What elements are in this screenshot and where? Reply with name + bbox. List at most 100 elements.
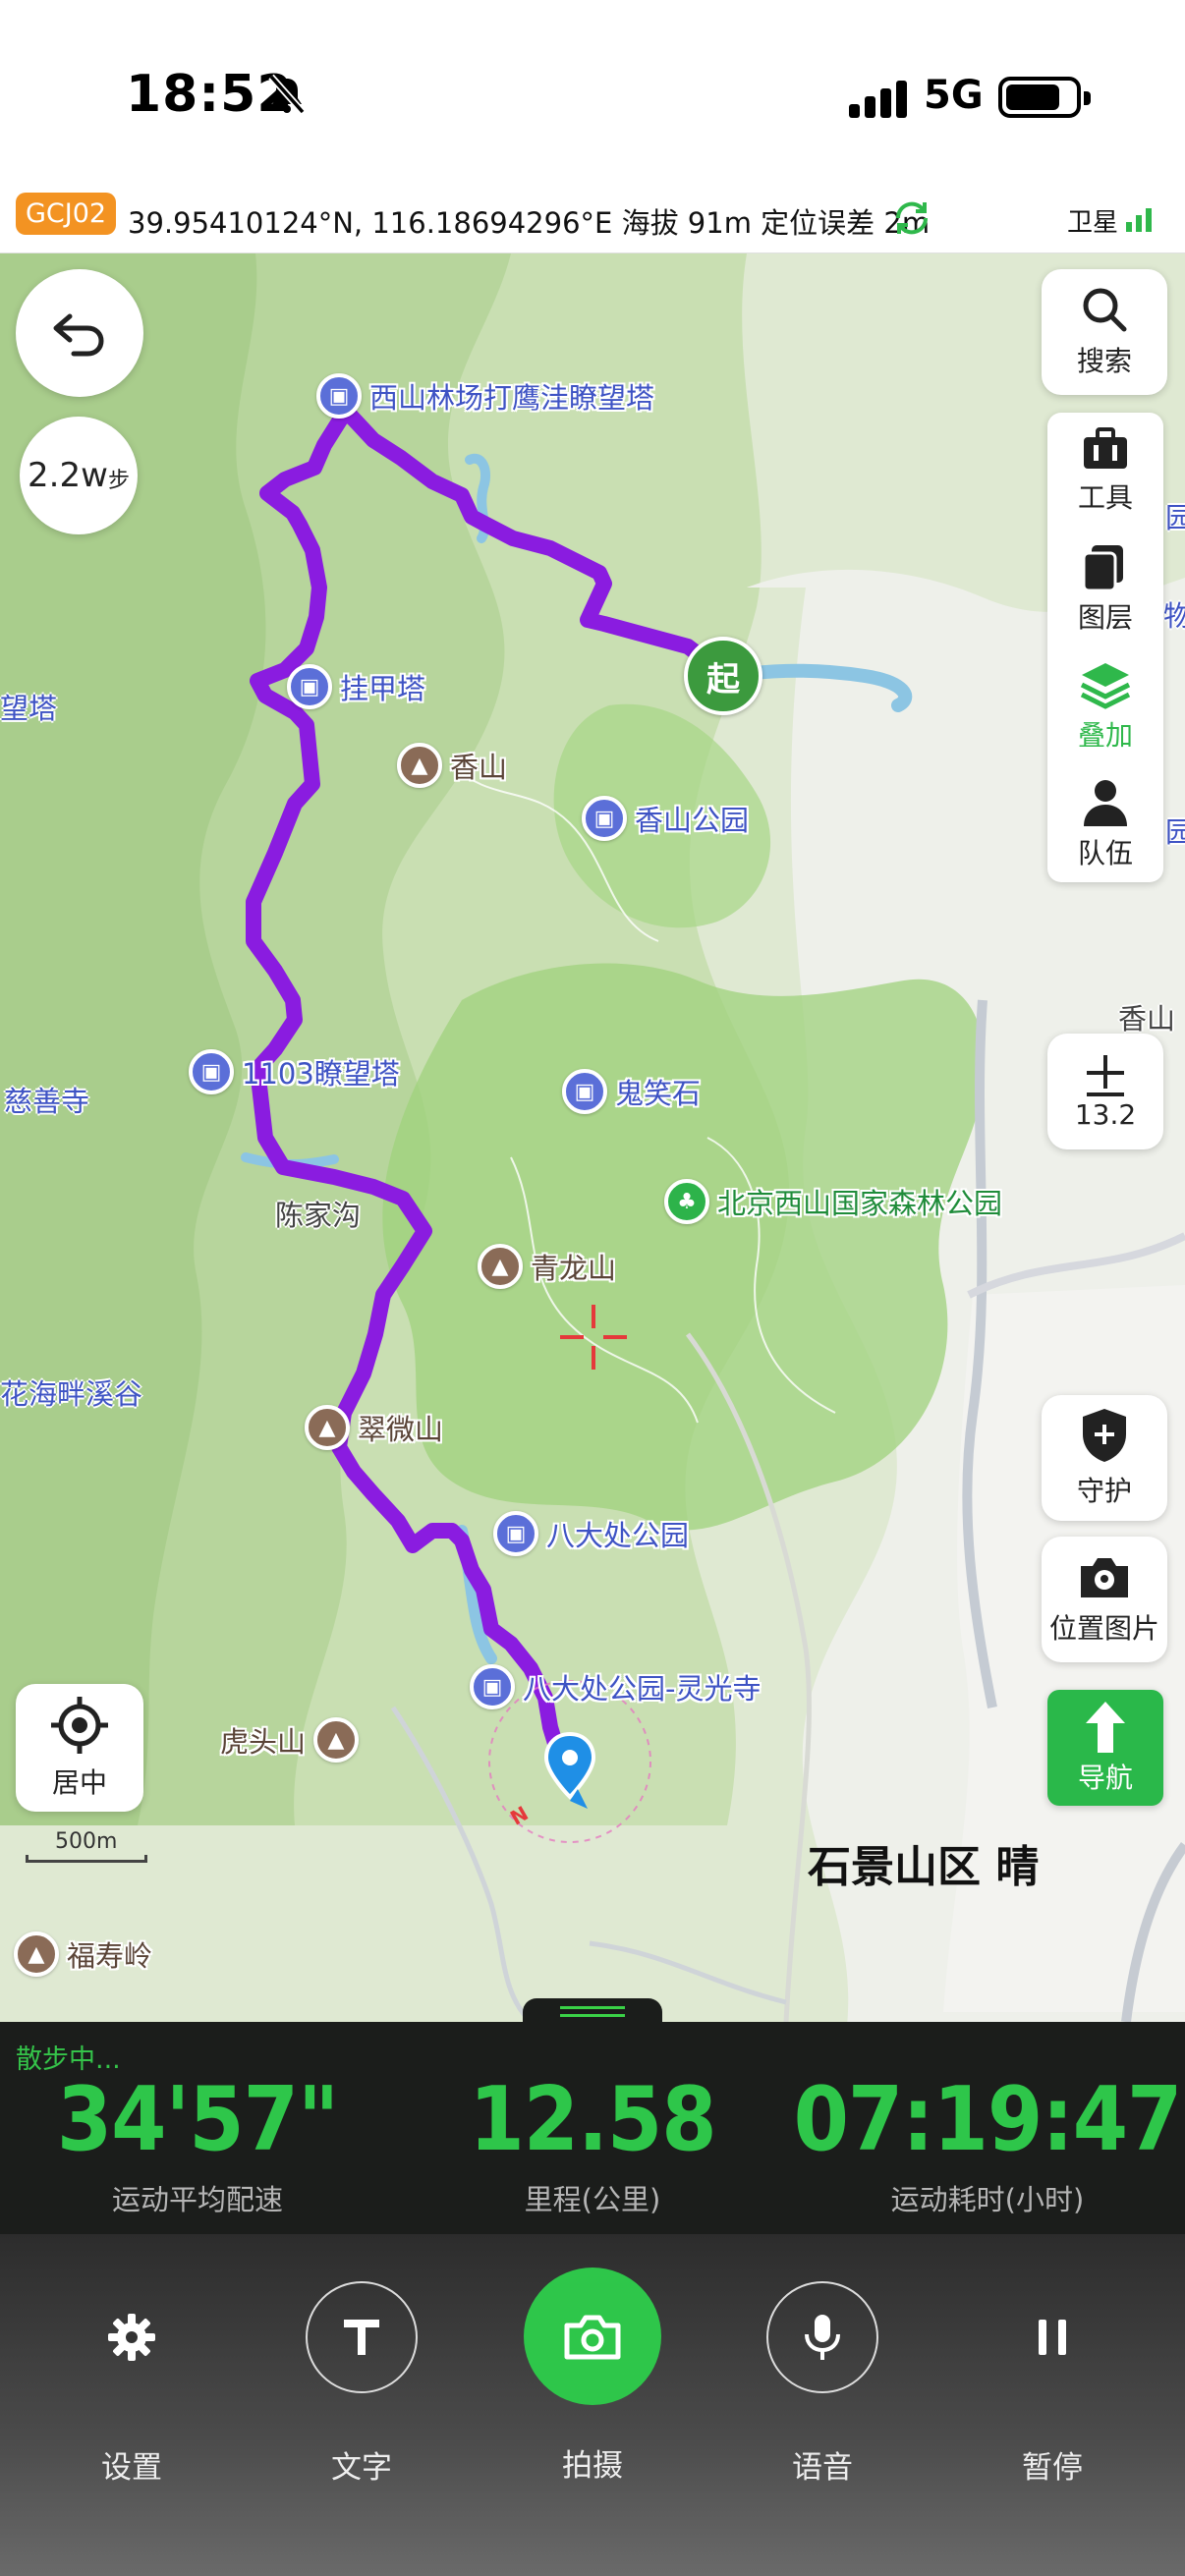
locate-icon xyxy=(51,1697,108,1754)
shield-plus-icon xyxy=(1083,1409,1126,1462)
landmark-icon: ▣ xyxy=(189,1049,234,1094)
label-right-edge1: 园 xyxy=(1165,501,1185,534)
microphone-icon xyxy=(805,2315,840,2360)
coord-system-badge[interactable]: GCJ02 xyxy=(16,193,117,235)
poi-xiangshan-park[interactable]: ▣ 香山公园 xyxy=(582,796,749,841)
guard-button[interactable]: 守护 xyxy=(1042,1395,1167,1521)
navigate-arrow-icon xyxy=(1086,1702,1125,1753)
landmark-icon: ▣ xyxy=(493,1511,538,1556)
location-photo-label: 位置图片 xyxy=(1048,1612,1159,1645)
stat-distance: 12.58 里程(公里) xyxy=(395,2071,790,2218)
overlay-label: 叠加 xyxy=(1077,719,1133,752)
label-left-tower: 望塔 xyxy=(0,692,58,725)
refresh-icon[interactable] xyxy=(890,196,933,240)
layers-label: 图层 xyxy=(1077,601,1133,634)
steps-badge: 2.2w 步 xyxy=(20,417,138,534)
poi-lingguang[interactable]: ▣ 八大处公园-灵光寺 xyxy=(470,1664,761,1709)
map-view[interactable]: 起 N ▣ 西山林场打鹰洼瞭望塔 ▣ 挂甲塔 ▲ 香山 ▣ 香山公园 ▣ 110… xyxy=(0,253,1185,2022)
stats-panel: 散步中... 34'57" 运动平均配速 12.58 里程(公里) 07:19:… xyxy=(0,2022,1185,2234)
status-bar: 18:52 5G xyxy=(0,0,1185,187)
start-marker-label: 起 xyxy=(706,659,740,700)
settings-label: 设置 xyxy=(101,2450,162,2486)
center-button[interactable]: 居中 xyxy=(16,1684,143,1812)
settings-button[interactable]: 设置 xyxy=(53,2281,210,2487)
landmark-icon: ▣ xyxy=(562,1069,607,1114)
back-button[interactable] xyxy=(16,269,143,397)
tools-label: 工具 xyxy=(1077,481,1133,514)
mountain-icon: ▲ xyxy=(478,1244,523,1289)
pace-label: 运动平均配速 xyxy=(111,2183,283,2216)
layers-icon xyxy=(1082,545,1123,592)
poi-hutou[interactable]: ▲ 虎头山 xyxy=(220,1717,360,1763)
route-start-marker[interactable]: 起 xyxy=(684,637,762,715)
stat-pace: 34'57" 运动平均配速 xyxy=(0,2071,395,2218)
overlay-stack-icon xyxy=(1080,663,1131,709)
poi-badachu[interactable]: ▣ 八大处公园 xyxy=(493,1511,689,1556)
landmark-icon: ▣ xyxy=(287,664,332,709)
location-bar: GCJ02 39.95410124°N, 116.18694296°E 海拔 9… xyxy=(0,187,1185,253)
poi-guajia[interactable]: ▣ 挂甲塔 xyxy=(287,664,425,709)
satellite-label: 卫星 xyxy=(1067,208,1119,238)
pause-icon xyxy=(1039,2320,1066,2355)
voice-label: 语音 xyxy=(792,2450,853,2486)
poi-fushou[interactable]: ▲ 福寿岭 xyxy=(14,1932,152,1977)
guard-label: 守护 xyxy=(1076,1475,1132,1507)
park-icon: ♣ xyxy=(664,1179,709,1224)
tools-button[interactable]: 工具 xyxy=(1047,413,1163,529)
back-arrow-icon xyxy=(53,313,104,357)
poi-cuiwei[interactable]: ▲ 翠微山 xyxy=(305,1405,443,1450)
bell-muted-icon xyxy=(268,74,306,115)
duration-label: 运动耗时(小时) xyxy=(890,2183,1085,2216)
label-cishan: 慈善寺 xyxy=(4,1085,90,1118)
team-button[interactable]: 队伍 xyxy=(1047,766,1163,882)
label-right-edge3: 园 xyxy=(1165,815,1185,849)
poi-tower1[interactable]: ▣ 西山林场打鹰洼瞭望塔 xyxy=(316,373,654,419)
label-huahai: 花海畔溪谷 xyxy=(0,1377,143,1411)
search-icon xyxy=(1083,288,1127,332)
scale-bar: 500m xyxy=(26,1829,147,1863)
toolbox-icon xyxy=(1084,427,1127,469)
network-type: 5G xyxy=(924,73,984,118)
navigate-label: 导航 xyxy=(1077,1762,1133,1794)
steps-unit: 步 xyxy=(107,469,130,493)
voice-button[interactable]: 语音 xyxy=(744,2281,901,2487)
label-xiangshan-right: 香山 xyxy=(1118,1002,1176,1036)
scale-label: 500m xyxy=(55,1829,118,1854)
search-button[interactable]: 搜索 xyxy=(1042,269,1167,395)
poi-xiangshan[interactable]: ▲ 香山 xyxy=(397,743,507,788)
camera-icon xyxy=(564,2315,621,2360)
mountain-icon: ▲ xyxy=(313,1717,360,1763)
zoom-control[interactable]: 13.2 xyxy=(1047,1034,1163,1149)
location-photo-button[interactable]: 位置图片 xyxy=(1042,1537,1167,1662)
weather-label: 石景山区 晴 xyxy=(808,1842,1040,1892)
label-chenjiagou: 陈家沟 xyxy=(275,1199,362,1232)
team-label: 队伍 xyxy=(1077,837,1133,869)
poi-guixiao[interactable]: ▣ 鬼笑石 xyxy=(562,1069,701,1114)
landmark-icon: ▣ xyxy=(470,1664,515,1709)
action-bar: 设置 文字 拍摄 语音 暂停 xyxy=(0,2234,1185,2576)
poi-forest-park[interactable]: ♣ 北京西山国家森林公园 xyxy=(664,1179,1002,1224)
battery-icon xyxy=(998,77,1091,118)
center-label: 居中 xyxy=(51,1766,107,1799)
pace-value: 34'57" xyxy=(56,2068,339,2171)
label-right-edge2: 物 xyxy=(1163,599,1185,633)
pause-button[interactable]: 暂停 xyxy=(974,2281,1131,2487)
map-tool-panel: 工具 图层 叠加 队伍 xyxy=(1047,413,1163,882)
navigate-button[interactable]: 导航 xyxy=(1047,1690,1163,1806)
landmark-icon: ▣ xyxy=(316,373,362,419)
overlay-button[interactable]: 叠加 xyxy=(1047,648,1163,764)
layers-button[interactable]: 图层 xyxy=(1047,531,1163,646)
zoom-in-icon xyxy=(1087,1054,1124,1096)
shoot-button[interactable]: 拍摄 xyxy=(514,2268,671,2485)
poi-tower1103[interactable]: ▣ 1103瞭望塔 xyxy=(189,1049,400,1094)
shoot-label: 拍摄 xyxy=(562,2448,623,2484)
poi-qinglong[interactable]: ▲ 青龙山 xyxy=(478,1244,616,1289)
distance-label: 里程(公里) xyxy=(524,2183,661,2216)
distance-value: 12.58 xyxy=(469,2068,716,2171)
duration-value: 07:19:47 xyxy=(793,2068,1183,2171)
mountain-icon: ▲ xyxy=(397,743,442,788)
zoom-level: 13.2 xyxy=(1074,1097,1137,1131)
search-label: 搜索 xyxy=(1076,345,1132,377)
steps-value: 2.2w xyxy=(28,456,108,495)
text-button[interactable]: 文字 xyxy=(283,2281,440,2487)
